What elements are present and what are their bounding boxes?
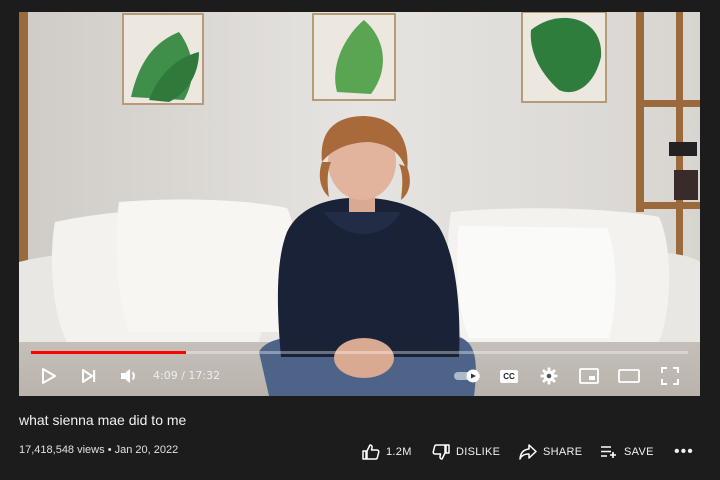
upload-date: Jan 20, 2022 — [114, 444, 179, 456]
video-player[interactable]: 4:09 / 17:32 CC — [19, 12, 700, 396]
time-separator: / — [181, 369, 185, 382]
volume-button[interactable] — [115, 360, 143, 392]
time-display: 4:09 / 17:32 — [153, 360, 220, 392]
save-button[interactable]: SAVE — [600, 440, 654, 464]
fullscreen-icon — [661, 367, 679, 385]
progress-bar[interactable] — [31, 351, 688, 354]
video-frame — [19, 12, 700, 396]
play-button[interactable] — [35, 360, 63, 392]
save-label: SAVE — [624, 446, 654, 458]
settings-button[interactable] — [535, 360, 563, 392]
thumbs-up-icon — [362, 444, 380, 460]
thumbs-down-icon — [432, 444, 450, 460]
share-icon — [519, 444, 537, 460]
theater-mode-icon — [618, 369, 640, 383]
player-controls: 4:09 / 17:32 CC — [19, 360, 700, 392]
more-actions-button[interactable]: ••• — [674, 443, 694, 460]
share-button[interactable]: SHARE — [519, 440, 582, 464]
video-meta: 17,418,548 views • Jan 20, 2022 — [19, 444, 178, 456]
dislike-label: DISLIKE — [456, 446, 501, 458]
like-button[interactable]: 1.2M — [362, 440, 412, 464]
captions-button[interactable]: CC — [495, 360, 523, 392]
autoplay-toggle-icon — [454, 369, 480, 383]
wall-art-right — [521, 12, 607, 103]
autoplay-toggle[interactable] — [452, 360, 482, 392]
wall-art-left — [122, 13, 204, 105]
duration: 17:32 — [188, 369, 221, 382]
skip-next-icon — [82, 369, 96, 383]
view-count: 17,418,548 views — [19, 444, 105, 456]
fullscreen-button[interactable] — [656, 360, 684, 392]
miniplayer-icon — [579, 368, 599, 384]
volume-icon — [121, 369, 135, 383]
next-button[interactable] — [75, 360, 103, 392]
wall-art-center — [312, 13, 396, 101]
share-label: SHARE — [543, 446, 583, 458]
more-icon: ••• — [674, 443, 694, 460]
like-count: 1.2M — [386, 446, 412, 458]
progress-fill — [31, 351, 187, 354]
meta-separator: • — [107, 444, 112, 456]
theater-mode-button[interactable] — [615, 360, 643, 392]
dislike-button[interactable]: DISLIKE — [432, 440, 500, 464]
miniplayer-button[interactable] — [575, 360, 603, 392]
play-icon — [42, 368, 56, 384]
gear-icon — [540, 367, 558, 385]
video-title: what sienna mae did to me — [19, 412, 187, 428]
captions-icon: CC — [500, 369, 518, 383]
captions-label: CC — [503, 371, 515, 381]
add-to-playlist-icon — [601, 446, 616, 458]
current-time: 4:09 — [153, 369, 178, 382]
